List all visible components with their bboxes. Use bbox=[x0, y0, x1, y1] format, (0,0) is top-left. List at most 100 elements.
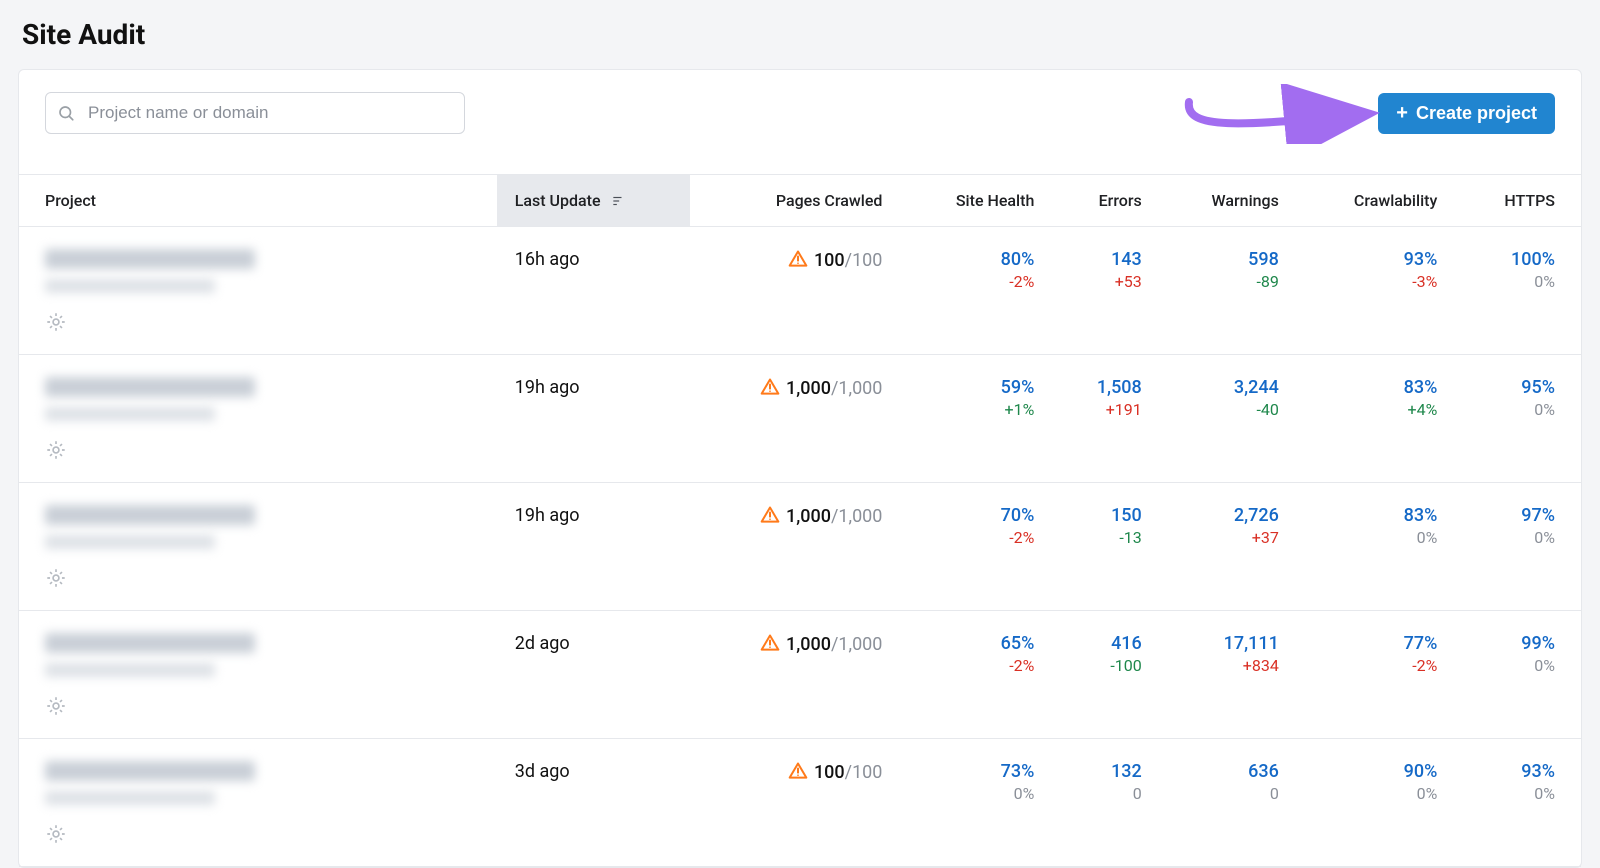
cell-site-health: 65%-2% bbox=[900, 611, 1052, 739]
https-value[interactable]: 97% bbox=[1521, 505, 1555, 526]
cell-crawlability: 83%0% bbox=[1297, 483, 1455, 611]
https-value[interactable]: 100% bbox=[1511, 249, 1555, 270]
cell-last-update: 16h ago bbox=[497, 227, 690, 355]
warning-icon bbox=[788, 249, 808, 269]
cell-crawlability: 90%0% bbox=[1297, 739, 1455, 867]
crawlability-delta: -2% bbox=[1412, 656, 1437, 675]
crawlability-delta: +4% bbox=[1408, 400, 1438, 419]
create-project-label: Create project bbox=[1416, 103, 1537, 124]
errors-delta: +191 bbox=[1106, 400, 1142, 419]
search-wrap bbox=[45, 92, 465, 134]
table-row: 3d ago100/10073%0%1320636090%0%93%0% bbox=[19, 739, 1581, 867]
cell-last-update: 19h ago bbox=[497, 355, 690, 483]
crawlability-value[interactable]: 83% bbox=[1404, 505, 1438, 526]
col-pages-crawled[interactable]: Pages Crawled bbox=[690, 175, 900, 227]
project-domain-redacted bbox=[45, 535, 215, 549]
project-name-redacted[interactable] bbox=[45, 505, 255, 525]
https-delta: 0% bbox=[1534, 528, 1555, 547]
col-project[interactable]: Project bbox=[19, 175, 497, 227]
warnings-value[interactable]: 17,111 bbox=[1224, 633, 1279, 654]
site-health-value[interactable]: 73% bbox=[1001, 761, 1035, 782]
cell-pages-crawled: 100/100 bbox=[690, 739, 900, 867]
cell-https: 95%0% bbox=[1455, 355, 1581, 483]
cell-errors: 1,508 +191 bbox=[1052, 355, 1159, 483]
table-row: 19h ago1,000/1,00059%+1%1,508+1913,244-4… bbox=[19, 355, 1581, 483]
create-project-button[interactable]: + Create project bbox=[1378, 93, 1555, 134]
search-input[interactable] bbox=[45, 92, 465, 134]
cell-crawlability: 83%+4% bbox=[1297, 355, 1455, 483]
site-health-delta: -2% bbox=[1009, 656, 1034, 675]
cell-site-health: 73%0% bbox=[900, 739, 1052, 867]
site-health-delta: -2% bbox=[1009, 528, 1034, 547]
col-errors[interactable]: Errors bbox=[1052, 175, 1159, 227]
warning-icon bbox=[760, 633, 780, 653]
errors-value[interactable]: 132 bbox=[1111, 761, 1142, 782]
project-name-redacted[interactable] bbox=[45, 761, 255, 781]
site-health-value[interactable]: 80% bbox=[1001, 249, 1035, 270]
https-value[interactable]: 93% bbox=[1521, 761, 1555, 782]
site-health-value[interactable]: 65% bbox=[1001, 633, 1035, 654]
https-delta: 0% bbox=[1534, 656, 1555, 675]
table-row: 2d ago1,000/1,00065%-2%416-10017,111+834… bbox=[19, 611, 1581, 739]
project-settings-button[interactable] bbox=[45, 695, 67, 720]
project-domain-redacted bbox=[45, 663, 215, 677]
crawlability-delta: 0% bbox=[1417, 528, 1438, 547]
https-value[interactable]: 95% bbox=[1521, 377, 1555, 398]
errors-value[interactable]: 416 bbox=[1111, 633, 1142, 654]
errors-value[interactable]: 150 bbox=[1111, 505, 1142, 526]
warnings-value[interactable]: 598 bbox=[1248, 249, 1279, 270]
col-warnings[interactable]: Warnings bbox=[1160, 175, 1297, 227]
warnings-delta: -40 bbox=[1256, 400, 1278, 419]
project-settings-button[interactable] bbox=[45, 311, 67, 336]
site-health-value[interactable]: 70% bbox=[1001, 505, 1035, 526]
sort-desc-icon bbox=[611, 194, 625, 208]
col-crawlability[interactable]: Crawlability bbox=[1297, 175, 1455, 227]
toolbar: + Create project bbox=[19, 70, 1581, 174]
table-row: 16h ago100/10080%-2%143+53598-8993%-3%10… bbox=[19, 227, 1581, 355]
cell-pages-crawled: 100/100 bbox=[690, 227, 900, 355]
https-value[interactable]: 99% bbox=[1521, 633, 1555, 654]
warnings-value[interactable]: 2,726 bbox=[1234, 505, 1279, 526]
gear-icon bbox=[45, 823, 67, 848]
col-site-health[interactable]: Site Health bbox=[900, 175, 1052, 227]
cell-pages-crawled: 1,000/1,000 bbox=[690, 611, 900, 739]
cell-warnings: 598-89 bbox=[1160, 227, 1297, 355]
project-name-redacted[interactable] bbox=[45, 633, 255, 653]
project-settings-button[interactable] bbox=[45, 439, 67, 464]
warning-icon bbox=[788, 761, 808, 781]
project-domain-redacted bbox=[45, 279, 215, 293]
project-name-redacted[interactable] bbox=[45, 249, 255, 269]
warnings-value[interactable]: 3,244 bbox=[1234, 377, 1279, 398]
crawlability-value[interactable]: 83% bbox=[1404, 377, 1438, 398]
cell-site-health: 80%-2% bbox=[900, 227, 1052, 355]
errors-value[interactable]: 1,508 bbox=[1097, 377, 1142, 398]
project-domain-redacted bbox=[45, 407, 215, 421]
project-settings-button[interactable] bbox=[45, 823, 67, 848]
cell-https: 99%0% bbox=[1455, 611, 1581, 739]
project-name-redacted[interactable] bbox=[45, 377, 255, 397]
col-https[interactable]: HTTPS bbox=[1455, 175, 1581, 227]
col-last-update[interactable]: Last Update bbox=[497, 175, 690, 227]
cell-https: 93%0% bbox=[1455, 739, 1581, 867]
crawlability-delta: -3% bbox=[1412, 272, 1437, 291]
cell-errors: 416 -100 bbox=[1052, 611, 1159, 739]
project-domain-redacted bbox=[45, 791, 215, 805]
warning-icon bbox=[760, 377, 780, 397]
crawlability-value[interactable]: 77% bbox=[1404, 633, 1438, 654]
cell-errors: 150-13 bbox=[1052, 483, 1159, 611]
warnings-delta: +834 bbox=[1243, 656, 1279, 675]
site-health-delta: -2% bbox=[1009, 272, 1034, 291]
project-settings-button[interactable] bbox=[45, 567, 67, 592]
warnings-value[interactable]: 636 bbox=[1248, 761, 1279, 782]
cell-warnings: 17,111 +834 bbox=[1160, 611, 1297, 739]
site-health-value[interactable]: 59% bbox=[1001, 377, 1035, 398]
crawlability-value[interactable]: 90% bbox=[1404, 761, 1438, 782]
errors-delta: -100 bbox=[1110, 656, 1141, 675]
cell-site-health: 70%-2% bbox=[900, 483, 1052, 611]
crawlability-value[interactable]: 93% bbox=[1404, 249, 1438, 270]
errors-value[interactable]: 143 bbox=[1111, 249, 1142, 270]
cell-https: 100%0% bbox=[1455, 227, 1581, 355]
warnings-delta: -89 bbox=[1256, 272, 1278, 291]
cell-errors: 1320 bbox=[1052, 739, 1159, 867]
page-title: Site Audit bbox=[22, 18, 1582, 51]
